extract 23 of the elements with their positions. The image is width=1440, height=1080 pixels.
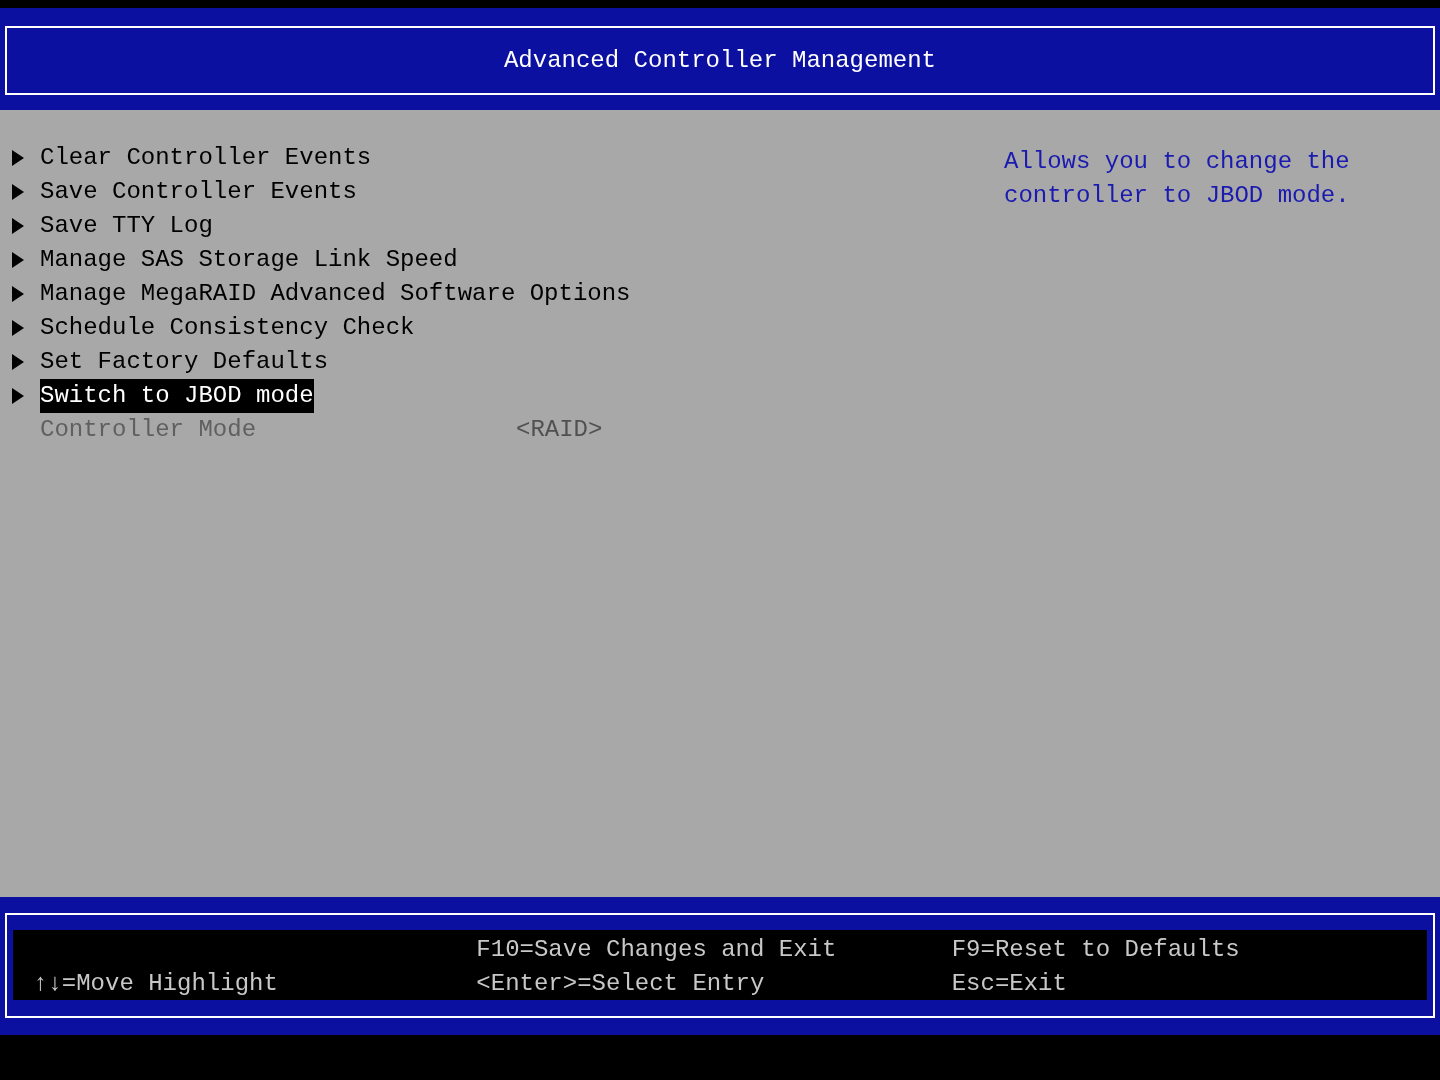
key-hint: <Enter>=Select Entry [476, 969, 765, 999]
help-text: Allows you to change the controller to JBOD mode. [1004, 147, 1351, 211]
key-hint: Esc=Exit [951, 969, 1067, 999]
triangle-icon [12, 388, 24, 404]
menu-item[interactable]: Set Factory Defaults [40, 345, 329, 379]
triangle-icon [12, 286, 24, 302]
triangle-icon [12, 184, 24, 200]
triangle-icon [12, 354, 24, 370]
menu-item[interactable]: Save Controller Events [40, 175, 357, 209]
triangle-icon [12, 252, 24, 268]
window-title: Advanced Controller Management [503, 45, 937, 76]
menu-item[interactable]: Switch to JBOD mode [40, 379, 314, 413]
key-hint: F9=Reset to Defaults [951, 935, 1240, 965]
key-hint: F10=Save Changes and Exit [476, 935, 837, 965]
triangle-icon [12, 150, 24, 166]
triangle-icon [12, 320, 24, 336]
menu-item[interactable]: Manage SAS Storage Link Speed [40, 243, 458, 277]
menu-item[interactable]: Schedule Consistency Check [40, 311, 415, 345]
menu-item[interactable]: Clear Controller Events [40, 141, 372, 175]
menu-item[interactable]: Manage MegaRAID Advanced Software Options [40, 277, 631, 311]
menu-item[interactable]: Save TTY Log [40, 209, 213, 243]
key-hint: ↑↓=Move Highlight [33, 969, 278, 999]
triangle-icon [12, 218, 24, 234]
